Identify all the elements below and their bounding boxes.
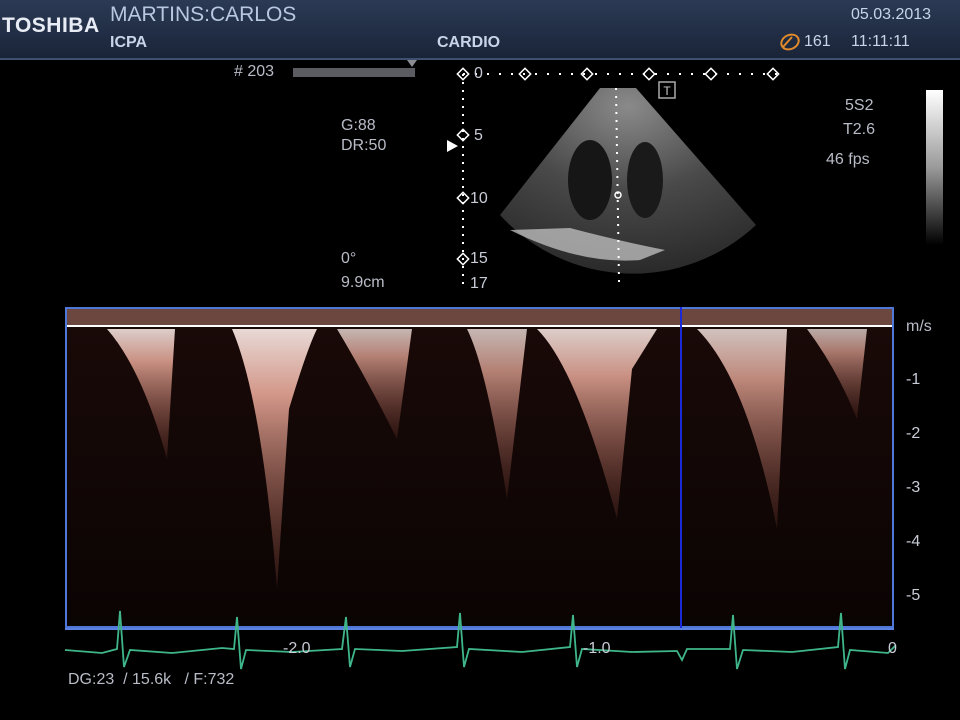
velocity-unit: m/s	[906, 318, 932, 335]
velocity-tick-5: -5	[906, 587, 921, 604]
depth-tick-5: 5	[474, 127, 483, 144]
depth-tick-17: 17	[470, 275, 488, 292]
exam-date: 05.03.2013	[851, 6, 932, 23]
tissue-mode-label: T2.6	[843, 121, 876, 138]
time-cursor[interactable]	[680, 307, 682, 628]
velocity-tick-3: -3	[906, 479, 921, 496]
time-tick-minus2: -2.0	[283, 640, 311, 657]
probe-label: 5S2	[845, 97, 874, 114]
time-tick-minus1: -1.0	[583, 640, 611, 657]
brand-logo: TOSHIBA	[2, 14, 100, 37]
doppler-spectrum[interactable]	[65, 307, 894, 628]
velocity-tick-4: -4	[906, 533, 921, 550]
angle-readout: 0°	[341, 250, 357, 267]
depth-tick-15: 15	[470, 250, 488, 267]
thermal-index-value: 161	[804, 33, 831, 50]
spectral-trace	[67, 309, 892, 589]
frame-number: # 203	[234, 63, 275, 80]
time-tick-0: 0	[888, 640, 897, 657]
focus-marker-icon	[447, 140, 458, 152]
dynamic-range-readout: DR:50	[341, 137, 387, 154]
depth-scale	[456, 67, 785, 288]
gain-readout: G:88	[341, 117, 376, 134]
cine-marker-icon	[407, 60, 417, 67]
doppler-baseline	[67, 325, 892, 327]
velocity-tick-1: -1	[906, 371, 921, 388]
exam-preset-label: CARDIO	[437, 34, 501, 51]
institution-label: ICPA	[110, 34, 148, 51]
grayscale-bar	[926, 90, 943, 245]
depth-tick-10: 10	[470, 190, 488, 207]
cine-progress-bar[interactable]	[293, 68, 415, 77]
doppler-settings-readout: DG:23 / 15.6k / F:732	[68, 671, 235, 688]
exam-time: 11:11:11	[851, 33, 910, 50]
depth-readout: 9.9cm	[341, 274, 385, 291]
ecg-trace	[64, 610, 897, 670]
thermal-index-icon	[780, 33, 800, 51]
depth-tick-0: 0	[474, 65, 483, 82]
patient-name: MARTINS:CARLOS	[110, 3, 297, 26]
frame-rate-label: 46 fps	[826, 151, 870, 168]
velocity-tick-2: -2	[906, 425, 921, 442]
